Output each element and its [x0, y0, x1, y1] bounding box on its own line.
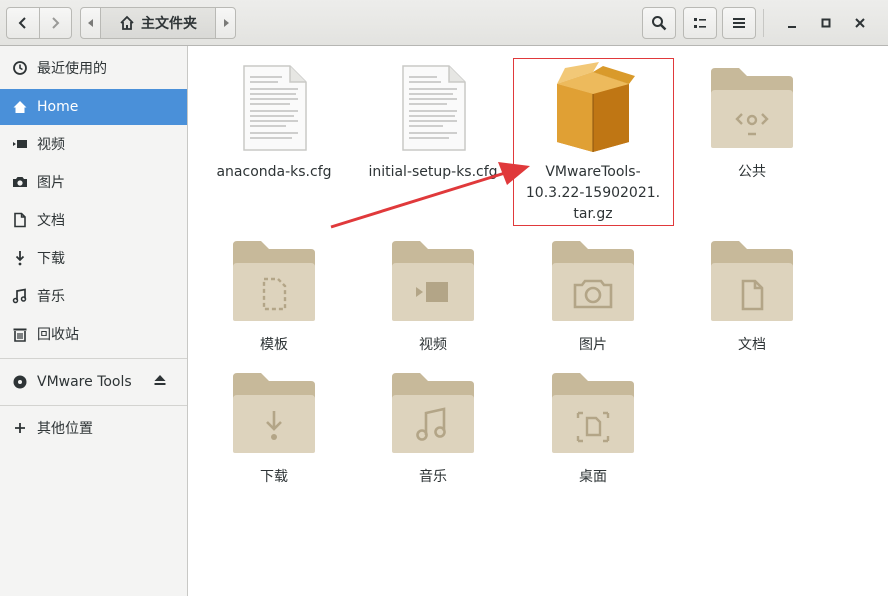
- folder-icon: [199, 363, 349, 463]
- folder-icon: [358, 363, 508, 463]
- sidebar-item-label: Home: [37, 99, 79, 115]
- clock-icon: [12, 60, 28, 76]
- sidebar-item-label: 最近使用的: [37, 61, 107, 77]
- path-scroll-left[interactable]: [81, 8, 101, 38]
- sidebar: 最近使用的 Home 视频 图片 文档 下载 音乐 回收站 VMware Too…: [0, 46, 188, 596]
- plus-icon: [12, 420, 28, 436]
- close-button[interactable]: [847, 10, 873, 36]
- document-icon: [12, 212, 28, 228]
- sidebar-divider: [0, 358, 187, 359]
- file-grid: anaconda-ks.cfg initial-setup-ks.cfg VMw…: [189, 46, 888, 596]
- caret-right-icon: [223, 19, 229, 27]
- text-file-icon: [358, 58, 508, 158]
- sidebar-item-home[interactable]: Home: [0, 89, 187, 125]
- folder-icon: [677, 58, 827, 158]
- hamburger-menu-icon: [733, 18, 745, 28]
- file-label: 桌面: [579, 469, 607, 485]
- sidebar-item-label: 回收站: [37, 327, 79, 343]
- download-icon: [12, 250, 28, 266]
- sidebar-item-other-locations[interactable]: 其他位置: [0, 410, 187, 446]
- maximize-icon: [821, 18, 831, 28]
- file-label: 图片: [579, 337, 607, 353]
- annotation-highlight-box: [513, 58, 674, 226]
- music-icon: [12, 288, 28, 304]
- camera-icon: [12, 174, 28, 190]
- view-options-icon: [694, 18, 706, 28]
- view-options-button[interactable]: [683, 7, 717, 39]
- sidebar-item-label: 音乐: [37, 289, 65, 305]
- maximize-button[interactable]: [813, 10, 839, 36]
- sidebar-item-downloads[interactable]: 下载: [0, 240, 187, 276]
- sidebar-item-music[interactable]: 音乐: [0, 278, 187, 314]
- path-bar: 主文件夹: [80, 7, 236, 39]
- folder-icon: [518, 363, 668, 463]
- minimize-button[interactable]: [779, 10, 805, 36]
- file-label: 公共: [738, 164, 766, 180]
- sidebar-item-label: 视频: [37, 137, 65, 153]
- text-file-icon: [199, 58, 349, 158]
- folder-item[interactable]: 图片: [518, 231, 668, 356]
- folder-item[interactable]: 模板: [199, 231, 349, 356]
- path-crumb-label: 主文件夹: [141, 16, 197, 32]
- folder-item[interactable]: 桌面: [518, 363, 668, 488]
- file-label: 下载: [260, 469, 288, 485]
- folder-item[interactable]: 下载: [199, 363, 349, 488]
- forward-button[interactable]: [38, 8, 71, 38]
- folder-icon: [677, 231, 827, 331]
- menu-button[interactable]: [722, 7, 756, 39]
- chevron-right-icon: [52, 17, 60, 29]
- folder-icon: [518, 231, 668, 331]
- file-item[interactable]: initial-setup-ks.cfg: [358, 58, 508, 183]
- folder-item[interactable]: 文档: [677, 231, 827, 356]
- chevron-left-icon: [18, 17, 26, 29]
- home-icon: [12, 99, 28, 115]
- path-crumb-home[interactable]: 主文件夹: [101, 8, 215, 38]
- search-button[interactable]: [642, 7, 676, 39]
- folder-item[interactable]: 视频: [358, 231, 508, 356]
- file-label: 文档: [738, 337, 766, 353]
- history-nav: [6, 7, 72, 39]
- folder-icon: [199, 231, 349, 331]
- sidebar-item-label: 其他位置: [37, 421, 93, 437]
- sidebar-item-pictures[interactable]: 图片: [0, 164, 187, 200]
- disc-icon: [12, 374, 28, 390]
- sidebar-item-label: 图片: [37, 175, 65, 191]
- sidebar-item-trash[interactable]: 回收站: [0, 316, 187, 352]
- sidebar-item-label: 下载: [37, 251, 65, 267]
- eject-icon[interactable]: [153, 373, 167, 391]
- header-bar: 主文件夹: [0, 0, 888, 46]
- sidebar-device-vmware-tools[interactable]: VMware Tools: [0, 364, 187, 400]
- sidebar-item-label: 文档: [37, 213, 65, 229]
- file-label: 视频: [419, 337, 447, 353]
- folder-item[interactable]: 音乐: [358, 363, 508, 488]
- path-scroll-right[interactable]: [215, 8, 235, 38]
- file-label: 音乐: [419, 469, 447, 485]
- sidebar-item-documents[interactable]: 文档: [0, 202, 187, 238]
- minimize-icon: [788, 26, 796, 28]
- file-label: anaconda-ks.cfg: [216, 164, 332, 180]
- close-icon: [855, 18, 865, 28]
- folder-icon: [358, 231, 508, 331]
- sidebar-divider: [0, 405, 187, 406]
- sidebar-item-recent[interactable]: 最近使用的: [0, 50, 187, 86]
- trash-icon: [12, 326, 28, 342]
- file-manager-window: 主文件夹 最近使用的 Home 视频 图片 文档 下载 音乐 回收站 VMwar…: [0, 0, 888, 596]
- video-icon: [12, 136, 28, 152]
- search-icon: [652, 16, 667, 31]
- file-label: 模板: [260, 337, 288, 353]
- file-label: initial-setup-ks.cfg: [368, 164, 498, 180]
- back-button[interactable]: [7, 8, 39, 38]
- folder-item[interactable]: 公共: [677, 58, 827, 183]
- file-item[interactable]: anaconda-ks.cfg: [199, 58, 349, 183]
- sidebar-item-videos[interactable]: 视频: [0, 126, 187, 162]
- caret-left-icon: [87, 19, 93, 27]
- home-icon: [120, 15, 134, 30]
- header-separator: [763, 9, 764, 37]
- sidebar-item-label: VMware Tools: [37, 374, 132, 390]
